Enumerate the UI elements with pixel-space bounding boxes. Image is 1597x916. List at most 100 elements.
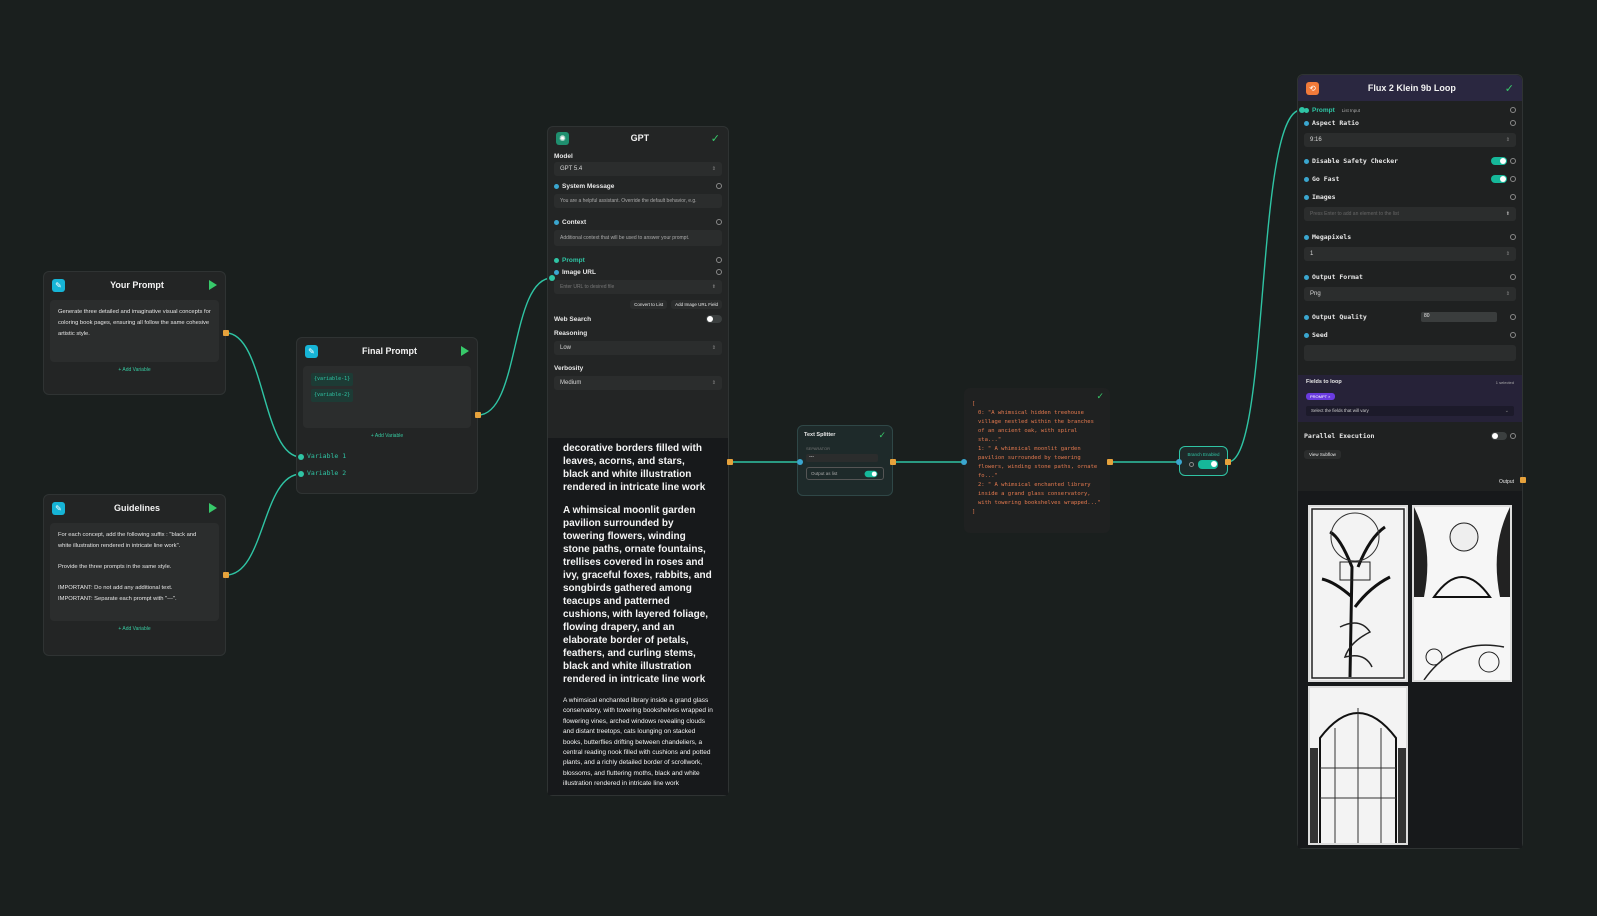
info-icon[interactable]: [1510, 332, 1516, 338]
add-variable-button[interactable]: + Add Variable: [44, 626, 225, 632]
add-variable-button[interactable]: + Add Variable: [44, 367, 225, 373]
info-icon[interactable]: [1510, 433, 1516, 439]
branch-output-port[interactable]: [1225, 459, 1231, 465]
gpt-prompt-port[interactable]: [549, 275, 555, 281]
fields-select[interactable]: Select the fields that will vary ⌄: [1306, 406, 1514, 416]
branch-input-port[interactable]: [1176, 459, 1182, 465]
system-message-input[interactable]: You are a helpful assistant. Override th…: [554, 194, 722, 208]
prompt-text[interactable]: Generate three detailed and imaginative …: [50, 300, 219, 362]
upload-icon[interactable]: ⬆: [712, 284, 716, 290]
your-prompt-output-port[interactable]: [223, 330, 229, 336]
your-prompt-node[interactable]: ✎ Your Prompt Generate three detailed an…: [43, 271, 226, 395]
splitter-output-port[interactable]: [890, 459, 896, 465]
pencil-icon: ✎: [52, 501, 65, 515]
info-icon[interactable]: [1510, 120, 1516, 126]
settings-icon[interactable]: [1189, 462, 1194, 467]
reasoning-select[interactable]: Low ⇕: [554, 341, 722, 355]
wire-final-prompt-to-gpt: [477, 277, 553, 416]
info-icon[interactable]: [1510, 274, 1516, 280]
output-as-list-toggle[interactable]: [864, 470, 878, 477]
safety-checker-toggle[interactable]: [1491, 157, 1507, 165]
parallel-execution-toggle[interactable]: [1491, 432, 1507, 440]
chevron-icon: ⇕: [711, 380, 716, 386]
play-icon[interactable]: [461, 346, 469, 356]
images-input[interactable]: Press Enter to add an element to the lis…: [1304, 207, 1516, 221]
guidelines-output-port[interactable]: [223, 572, 229, 578]
context-input[interactable]: Additional context that will be used to …: [554, 230, 722, 246]
port-dot[interactable]: [1304, 120, 1309, 126]
output-format-select[interactable]: Png ⇕: [1304, 287, 1516, 301]
json-output: [ 0: "A whimsical hidden treehouse villa…: [964, 388, 1110, 517]
separator-input[interactable]: ---: [806, 454, 878, 462]
output-quality-slider[interactable]: 80: [1421, 312, 1497, 322]
seed-input[interactable]: [1304, 345, 1516, 361]
final-prompt-node[interactable]: ✎ Final Prompt {variable-1} {variable-2}…: [296, 337, 478, 494]
list-output-node[interactable]: ✓ [ 0: "A whimsical hidden treehouse vil…: [964, 388, 1110, 533]
port-dot[interactable]: [554, 183, 559, 189]
play-icon[interactable]: [209, 280, 217, 290]
info-icon[interactable]: [716, 257, 722, 263]
port-dot[interactable]: [554, 257, 559, 263]
verbosity-select[interactable]: Medium ⇕: [554, 376, 722, 390]
flux-node[interactable]: ⟲ Flux 2 Klein 9b Loop ✓ Prompt List Inpu…: [1297, 74, 1523, 849]
port-dot[interactable]: [1304, 158, 1309, 164]
chevron-down-icon: ⌄: [1504, 408, 1509, 414]
convert-to-list-button[interactable]: Convert to List: [630, 300, 668, 309]
add-variable-button[interactable]: + Add Variable: [297, 433, 477, 439]
generated-image-library[interactable]: [1308, 686, 1408, 845]
guidelines-node[interactable]: ✎ Guidelines For each concept, add the f…: [43, 494, 226, 656]
image-url-input[interactable]: Enter URL to desired file ⬆: [554, 280, 722, 294]
variable-2-port[interactable]: [298, 471, 304, 477]
aspect-ratio-select[interactable]: 9:16 ⇕: [1304, 133, 1516, 147]
variable-1-port[interactable]: [298, 454, 304, 460]
branch-toggle[interactable]: [1198, 460, 1218, 469]
guidelines-text[interactable]: For each concept, add the following suff…: [50, 523, 219, 621]
info-icon[interactable]: [1510, 107, 1516, 113]
info-icon[interactable]: [1510, 234, 1516, 240]
port-dot[interactable]: [1304, 332, 1309, 338]
final-prompt-text[interactable]: {variable-1} {variable-2}: [303, 366, 471, 428]
list-output-output-port[interactable]: [1107, 459, 1113, 465]
image-gallery: [1298, 491, 1522, 848]
port-dot[interactable]: [554, 219, 559, 225]
info-icon[interactable]: [716, 269, 722, 275]
info-icon[interactable]: [716, 183, 722, 189]
info-icon[interactable]: [1510, 314, 1516, 320]
flux-output-port[interactable]: [1520, 477, 1526, 483]
port-dot[interactable]: [1304, 274, 1309, 280]
splitter-input-port[interactable]: [797, 459, 803, 465]
view-subflow-button[interactable]: View Subflow: [1304, 450, 1341, 459]
info-icon[interactable]: [1510, 176, 1516, 182]
port-dot[interactable]: [1304, 234, 1309, 240]
aspect-ratio-row: Aspect Ratio: [1298, 117, 1522, 129]
guidelines-line: IMPORTANT: Separate each prompt with "--…: [58, 596, 177, 602]
port-dot[interactable]: [1304, 194, 1309, 200]
node-title: Your Prompt: [110, 280, 164, 290]
list-output-input-port[interactable]: [961, 459, 967, 465]
play-icon[interactable]: [209, 503, 217, 513]
megapixels-select[interactable]: 1 ⇕: [1304, 247, 1516, 261]
port-dot[interactable]: [554, 269, 559, 275]
final-prompt-output-port[interactable]: [475, 412, 481, 418]
port-dot[interactable]: [1304, 314, 1309, 320]
model-select[interactable]: GPT 5.4 ⇕: [554, 162, 722, 176]
text-splitter-node[interactable]: Text Splitter ✓ SEPARATOR --- Output as …: [797, 425, 893, 496]
gpt-output-port[interactable]: [727, 459, 733, 465]
upload-icon[interactable]: ⬆: [1506, 211, 1510, 217]
generated-image-treehouse[interactable]: [1308, 505, 1408, 682]
branch-node[interactable]: Branch Enabled: [1179, 446, 1228, 476]
flux-prompt-port[interactable]: [1299, 107, 1305, 113]
gpt-node[interactable]: ✺ GPT ✓ Model GPT 5.4 ⇕ System Message Yo…: [547, 126, 729, 796]
prompt-chip[interactable]: PROMPT ×: [1306, 393, 1335, 400]
node-title: Final Prompt: [361, 346, 417, 356]
generated-image-garden[interactable]: [1412, 505, 1512, 682]
chevron-icon: ⇕: [711, 345, 716, 351]
web-search-toggle[interactable]: [706, 315, 722, 323]
info-icon[interactable]: [1510, 158, 1516, 164]
port-dot[interactable]: [1304, 176, 1309, 182]
go-fast-toggle[interactable]: [1491, 175, 1507, 183]
info-icon[interactable]: [1510, 194, 1516, 200]
add-image-url-button[interactable]: Add Image URL Field: [671, 300, 722, 309]
wire-your-prompt-to-variable-1: [225, 332, 302, 458]
info-icon[interactable]: [716, 219, 722, 225]
